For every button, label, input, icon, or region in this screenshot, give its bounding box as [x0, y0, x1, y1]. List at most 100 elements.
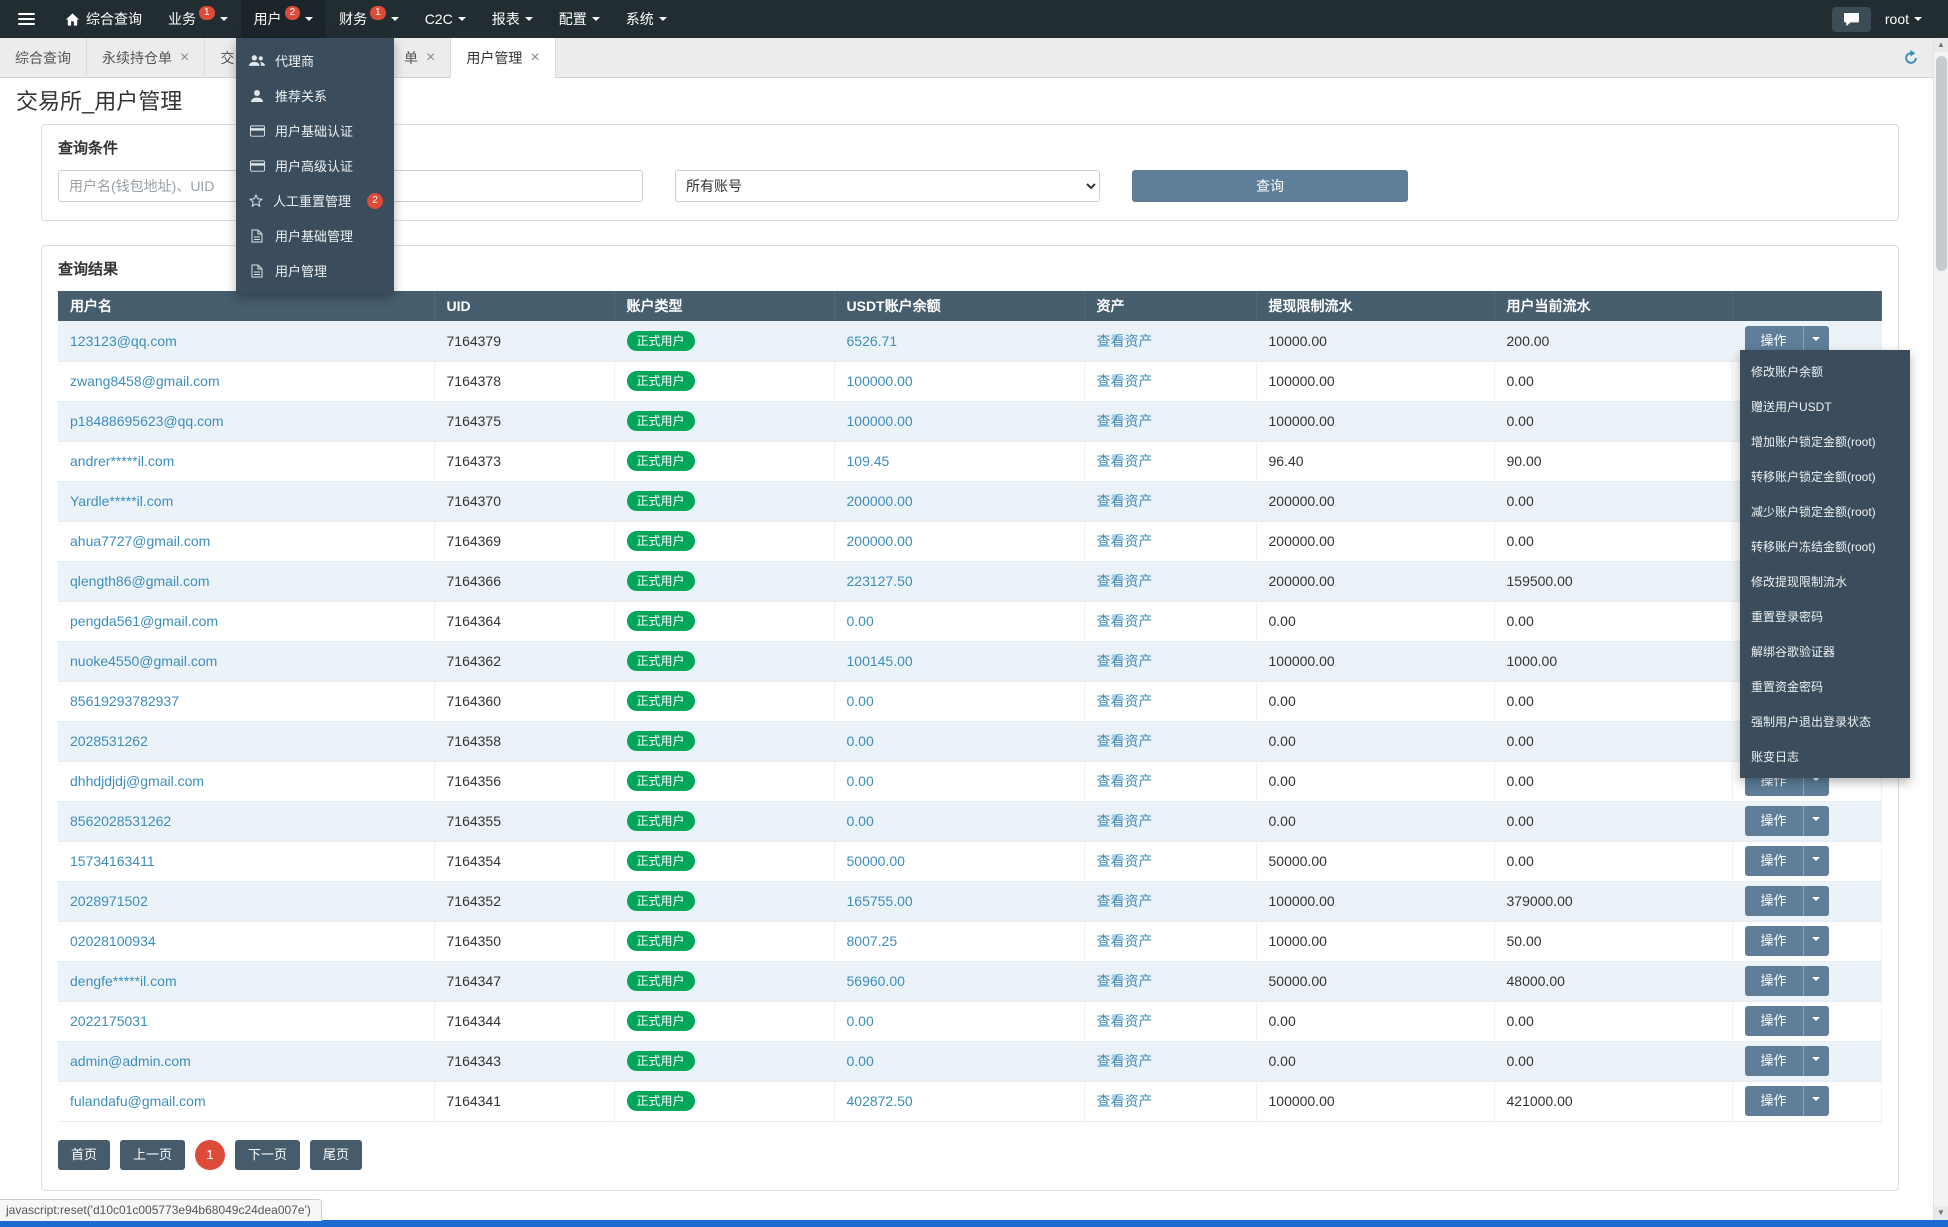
page-button-previous[interactable]: 上一页 [120, 1139, 186, 1170]
usdt-balance-link[interactable]: 8007.25 [847, 933, 898, 949]
nav-item-c2c[interactable]: C2C [412, 0, 479, 38]
user-menu-item-referrals[interactable]: 推荐关系 [236, 78, 394, 113]
username-link[interactable]: 123123@qq.com [70, 333, 177, 349]
username-link[interactable]: fulandafu@gmail.com [70, 1093, 206, 1109]
view-assets-link[interactable]: 查看资产 [1097, 1093, 1153, 1109]
user-menu-item-advanced-kyc[interactable]: 用户高级认证 [236, 148, 394, 183]
vertical-scrollbar[interactable]: ▲ ▼ [1933, 38, 1948, 1220]
action-caret-button[interactable] [1802, 886, 1829, 916]
view-assets-link[interactable]: 查看资产 [1097, 613, 1153, 629]
view-assets-link[interactable]: 查看资产 [1097, 853, 1153, 869]
username-link[interactable]: 02028100934 [70, 933, 156, 949]
action-menu-item[interactable]: 修改提现限制流水 [1740, 564, 1910, 599]
refresh-button[interactable] [1889, 38, 1933, 77]
action-button[interactable]: 操作 [1744, 1046, 1803, 1076]
action-button[interactable]: 操作 [1744, 926, 1803, 956]
user-menu-item-user-mgmt[interactable]: 用户管理 [236, 253, 394, 288]
usdt-balance-link[interactable]: 165755.00 [847, 893, 913, 909]
view-assets-link[interactable]: 查看资产 [1097, 893, 1153, 909]
nav-item-system[interactable]: 系统 [613, 0, 680, 38]
usdt-balance-link[interactable]: 200000.00 [847, 533, 913, 549]
username-link[interactable]: nuoke4550@gmail.com [70, 653, 217, 669]
account-type-select[interactable]: 所有账号 [675, 170, 1100, 202]
scrollbar-thumb[interactable] [1936, 56, 1947, 271]
username-link[interactable]: pengda561@gmail.com [70, 613, 218, 629]
view-assets-link[interactable]: 查看资产 [1097, 453, 1153, 469]
chat-button[interactable] [1831, 6, 1871, 32]
username-link[interactable]: andrer*****il.com [70, 453, 174, 469]
action-menu-item[interactable]: 修改账户余额 [1740, 354, 1910, 389]
action-button[interactable]: 操作 [1744, 846, 1803, 876]
usdt-balance-link[interactable]: 200000.00 [847, 493, 913, 509]
usdt-balance-link[interactable]: 100000.00 [847, 373, 913, 389]
page-button-first[interactable]: 首页 [58, 1139, 111, 1170]
close-icon[interactable]: × [530, 50, 539, 66]
view-assets-link[interactable]: 查看资产 [1097, 933, 1153, 949]
action-menu-item[interactable]: 强制用户退出登录状态 [1740, 704, 1910, 739]
view-assets-link[interactable]: 查看资产 [1097, 493, 1153, 509]
usdt-balance-link[interactable]: 0.00 [847, 1053, 874, 1069]
view-assets-link[interactable]: 查看资产 [1097, 693, 1153, 709]
username-link[interactable]: Yardle*****il.com [70, 493, 173, 509]
view-assets-link[interactable]: 查看资产 [1097, 373, 1153, 389]
user-account-button[interactable]: root [1885, 11, 1922, 27]
nav-item-finance[interactable]: 财务 1 [326, 0, 412, 38]
tab-perpetual[interactable]: 永续持仓单 × [87, 38, 206, 78]
username-link[interactable]: admin@admin.com [70, 1053, 191, 1069]
view-assets-link[interactable]: 查看资产 [1097, 973, 1153, 989]
view-assets-link[interactable]: 查看资产 [1097, 533, 1153, 549]
username-link[interactable]: p18488695623@qq.com [70, 413, 224, 429]
view-assets-link[interactable]: 查看资产 [1097, 413, 1153, 429]
user-menu-item-user-base-mgmt[interactable]: 用户基础管理 [236, 218, 394, 253]
search-button[interactable]: 查询 [1132, 170, 1408, 202]
username-link[interactable]: 85619293782937 [70, 693, 179, 709]
username-link[interactable]: qlength86@gmail.com [70, 573, 210, 589]
usdt-balance-link[interactable]: 109.45 [847, 453, 890, 469]
sidebar-toggle-button[interactable] [0, 0, 52, 38]
usdt-balance-link[interactable]: 223127.50 [847, 573, 913, 589]
usdt-balance-link[interactable]: 50000.00 [847, 853, 905, 869]
action-menu-item[interactable]: 减少账户锁定金额(root) [1740, 494, 1910, 529]
page-button-page-1[interactable]: 1 [195, 1139, 226, 1170]
close-icon[interactable]: × [180, 50, 189, 66]
usdt-balance-link[interactable]: 0.00 [847, 1013, 874, 1029]
page-button-last[interactable]: 尾页 [310, 1139, 363, 1170]
action-menu-item[interactable]: 账变日志 [1740, 739, 1910, 774]
view-assets-link[interactable]: 查看资产 [1097, 733, 1153, 749]
nav-item-overview[interactable]: 综合查询 [52, 0, 155, 38]
action-menu-item[interactable]: 转移账户锁定金额(root) [1740, 459, 1910, 494]
tab-overview[interactable]: 综合查询 [0, 38, 87, 78]
action-button[interactable]: 操作 [1744, 1006, 1803, 1036]
action-menu-item[interactable]: 解绑谷歌验证器 [1740, 634, 1910, 669]
usdt-balance-link[interactable]: 0.00 [847, 813, 874, 829]
action-caret-button[interactable] [1802, 846, 1829, 876]
action-menu-item[interactable]: 增加账户锁定金额(root) [1740, 424, 1910, 459]
action-button[interactable]: 操作 [1744, 886, 1803, 916]
username-link[interactable]: 15734163411 [70, 853, 155, 869]
usdt-balance-link[interactable]: 402872.50 [847, 1093, 913, 1109]
tab-user-mgmt[interactable]: 用户管理 × [451, 38, 556, 78]
action-menu-item[interactable]: 转移账户冻结金额(root) [1740, 529, 1910, 564]
action-menu-item[interactable]: 重置资金密码 [1740, 669, 1910, 704]
user-menu-item-basic-kyc[interactable]: 用户基础认证 [236, 113, 394, 148]
nav-item-business[interactable]: 业务 1 [155, 0, 241, 38]
username-link[interactable]: 2028531262 [70, 733, 148, 749]
username-link[interactable]: 8562028531262 [70, 813, 171, 829]
usdt-balance-link[interactable]: 6526.71 [847, 333, 898, 349]
view-assets-link[interactable]: 查看资产 [1097, 653, 1153, 669]
view-assets-link[interactable]: 查看资产 [1097, 1013, 1153, 1029]
user-menu-item-agents[interactable]: 代理商 [236, 43, 394, 78]
usdt-balance-link[interactable]: 56960.00 [847, 973, 905, 989]
scroll-down-arrow-icon[interactable]: ▼ [1934, 1206, 1948, 1220]
action-button[interactable]: 操作 [1744, 1086, 1803, 1116]
username-link[interactable]: dhhdjdjdj@gmail.com [70, 773, 204, 789]
scroll-up-arrow-icon[interactable]: ▲ [1934, 38, 1948, 52]
action-caret-button[interactable] [1802, 926, 1829, 956]
action-caret-button[interactable] [1802, 1046, 1829, 1076]
action-button[interactable]: 操作 [1744, 806, 1803, 836]
usdt-balance-link[interactable]: 0.00 [847, 733, 874, 749]
username-link[interactable]: ahua7727@gmail.com [70, 533, 210, 549]
username-link[interactable]: 2022175031 [70, 1013, 148, 1029]
nav-item-config[interactable]: 配置 [546, 0, 613, 38]
usdt-balance-link[interactable]: 0.00 [847, 693, 874, 709]
